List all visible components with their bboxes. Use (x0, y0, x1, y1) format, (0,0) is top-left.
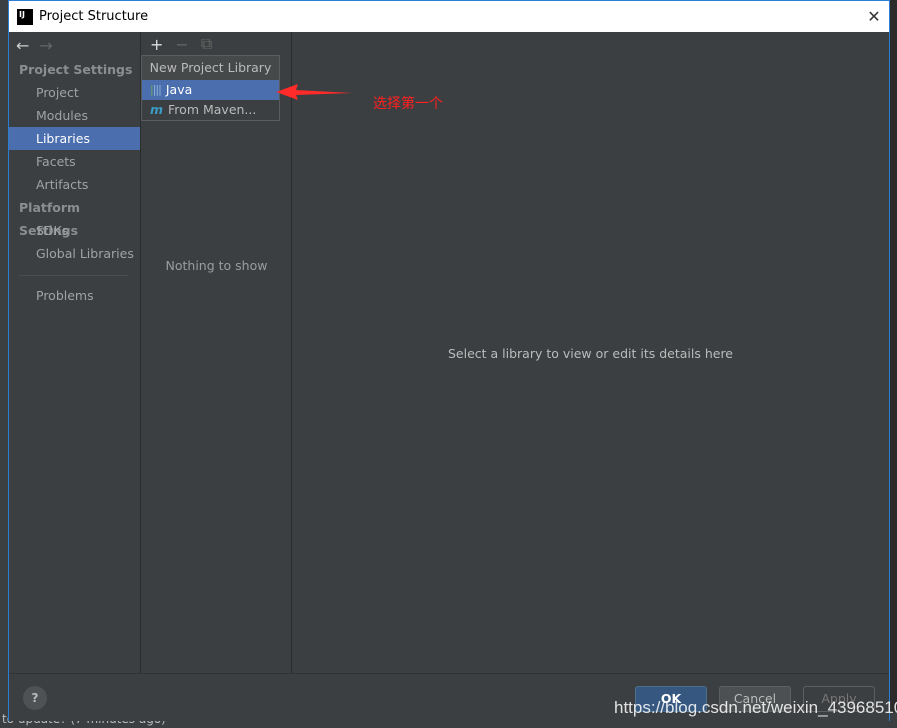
popup-item-java[interactable]: |||| Java (142, 80, 279, 100)
project-structure-dialog: IJ __ Project Structure ✕ ← → Project Sett… (8, 0, 890, 721)
divider (19, 275, 128, 276)
sidebar-item-global-libraries[interactable]: Global Libraries (9, 242, 140, 265)
sidebar-item-modules[interactable]: Modules (9, 104, 140, 127)
sidebar-item-project[interactable]: Project (9, 81, 140, 104)
annotation-arrow-icon (276, 84, 352, 100)
sidebar-item-artifacts[interactable]: Artifacts (9, 173, 140, 196)
forward-arrow-icon[interactable]: → (39, 36, 52, 55)
new-library-popup: New Project Library |||| Java m From Mav… (141, 55, 280, 121)
watermark: https://blog.csdn.net/weixin_43968510 (614, 698, 897, 717)
details-pane: Select a library to view or edit its det… (292, 32, 889, 673)
annotation-text: 选择第一个 (373, 96, 443, 112)
add-icon[interactable]: + (150, 35, 163, 54)
copy-icon[interactable]: ⧉ (201, 34, 212, 54)
library-icon: |||| (150, 83, 162, 96)
maven-icon: m (150, 102, 164, 117)
popup-title: New Project Library (142, 56, 279, 80)
section-platform-settings: Platform Settings (19, 200, 81, 238)
help-button[interactable]: ? (23, 686, 47, 710)
sidebar-item-libraries[interactable]: Libraries (9, 127, 140, 150)
sidebar: ← → Project Settings Project Modules Libr… (9, 32, 141, 673)
popup-item-maven[interactable]: m From Maven... (142, 100, 279, 120)
back-arrow-icon[interactable]: ← (16, 36, 29, 55)
background-ide (0, 0, 8, 728)
close-button[interactable]: ✕ (859, 7, 889, 26)
sidebar-item-problems[interactable]: Problems (9, 284, 140, 307)
empty-list-text: Nothing to show (165, 258, 268, 273)
title-bar: IJ __ Project Structure ✕ (9, 1, 889, 32)
intellij-logo-icon: IJ __ (17, 8, 33, 28)
libraries-list-pane: + − ⧉ Nothing to show (142, 32, 292, 673)
window-title: Project Structure (39, 9, 149, 24)
details-placeholder: Select a library to view or edit its det… (447, 346, 734, 361)
section-project-settings: Project Settings (19, 62, 133, 77)
sidebar-item-facets[interactable]: Facets (9, 150, 140, 173)
remove-icon[interactable]: − (175, 35, 188, 54)
